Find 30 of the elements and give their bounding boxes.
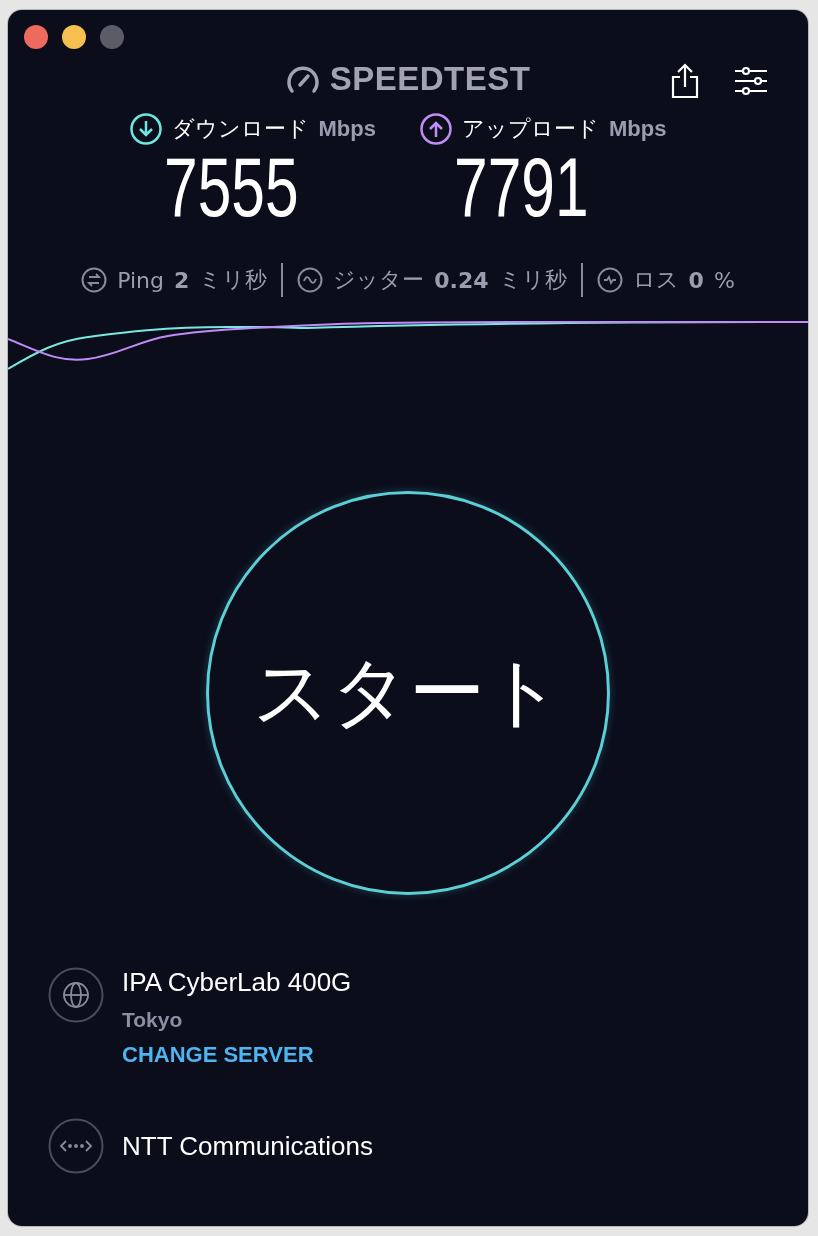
- close-button[interactable]: [24, 25, 48, 49]
- minimize-button[interactable]: [62, 25, 86, 49]
- loss-icon: [596, 267, 623, 293]
- zoom-button[interactable]: [100, 25, 124, 49]
- stat-label: ジッター: [333, 266, 425, 294]
- stat-value: 0: [688, 267, 704, 293]
- stat-value: 2: [174, 267, 190, 293]
- change-server-link[interactable]: CHANGE SERVER: [122, 1042, 352, 1068]
- stat-label: Ping: [117, 267, 164, 293]
- app-logo-text: SPEEDTEST: [329, 60, 531, 98]
- ping-icon: [81, 267, 108, 293]
- server-location: Tokyo: [122, 1008, 184, 1032]
- provider-name: NTT Communications: [122, 1130, 373, 1163]
- globe-icon: [48, 967, 104, 1023]
- wave-icon: [297, 267, 324, 293]
- stat-unit: %: [713, 267, 735, 293]
- speed-value: 7555: [163, 145, 299, 229]
- stat-unit: ミリ秒: [498, 266, 567, 294]
- connection-icon: [48, 1118, 104, 1174]
- metric-label: アップロード: [462, 115, 599, 143]
- gauge-icon: [285, 64, 320, 94]
- metric-label: ダウンロード: [171, 115, 309, 143]
- stat-value: 0.24: [434, 267, 489, 293]
- metric-unit: Mbps: [318, 116, 376, 142]
- stat-label: ロス: [632, 266, 679, 294]
- server-name: IPA CyberLab 400G: [122, 967, 352, 998]
- speed-value: 7791: [454, 145, 589, 229]
- stat-unit: ミリ秒: [199, 266, 268, 294]
- start-button[interactable]: スタート: [206, 491, 610, 895]
- metric-unit: Mbps: [609, 116, 667, 142]
